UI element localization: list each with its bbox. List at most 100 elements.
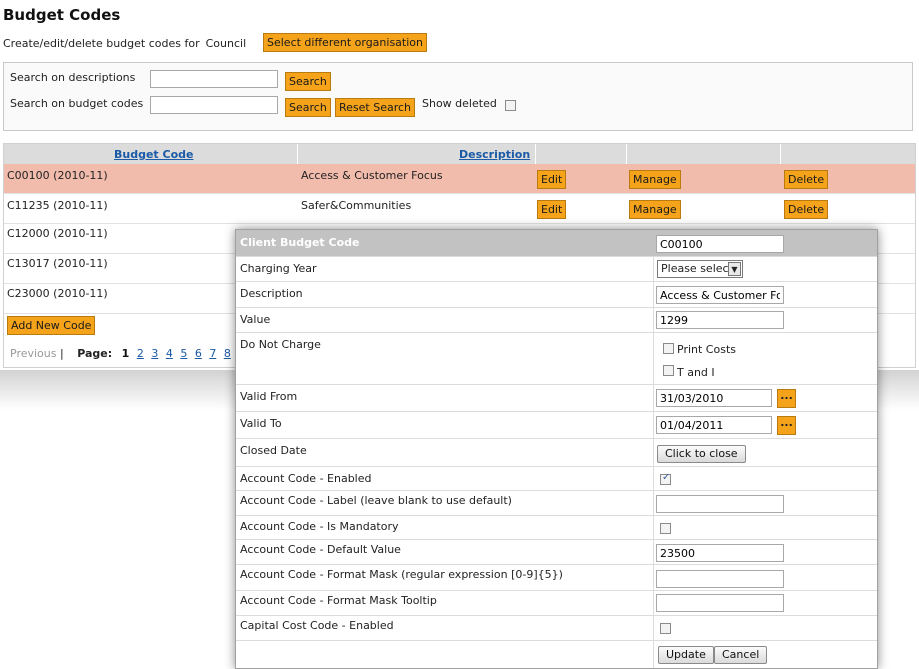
reset-search-button[interactable]: Reset Search — [335, 98, 416, 117]
table-row[interactable]: C00100 (2010-11) Access & Customer Focus… — [4, 164, 915, 194]
delete-button[interactable]: Delete — [784, 170, 829, 189]
do-not-charge-row: Do Not Charge Print Costs T and I — [236, 333, 877, 385]
update-button[interactable]: Update — [658, 646, 714, 664]
valid-from-label: Valid From — [240, 390, 298, 403]
show-deleted-label: Show deleted — [422, 97, 497, 110]
previous-link: Previous — [10, 347, 57, 360]
search-descriptions-input[interactable] — [150, 70, 278, 88]
description-input[interactable] — [656, 286, 784, 304]
valid-to-input[interactable] — [656, 416, 772, 434]
sort-description-link[interactable]: Description — [459, 148, 530, 161]
edit-button[interactable]: Edit — [537, 200, 567, 219]
page-title: Budget Codes — [3, 6, 121, 24]
description-cell: Safer&Communities — [301, 199, 412, 212]
show-deleted-checkbox[interactable] — [505, 100, 516, 111]
account-code-mandatory-label: Account Code - Is Mandatory — [240, 520, 399, 533]
pagination: Previous | Page: 1 2 3 4 5 6 7 8 9 — [10, 347, 249, 360]
account-code-label-row: Account Code - Label (leave blank to use… — [236, 491, 877, 516]
valid-from-row: Valid From ... — [236, 385, 877, 412]
account-code-default-label: Account Code - Default Value — [240, 543, 401, 556]
charging-year-select[interactable]: Please select ▼ — [657, 260, 743, 278]
valid-from-input[interactable] — [656, 389, 772, 407]
account-code-mask-row: Account Code - Format Mask (regular expr… — [236, 565, 877, 591]
account-code-mask-tooltip-label: Account Code - Format Mask Tooltip — [240, 594, 437, 607]
search-descriptions-label: Search on descriptions — [10, 71, 136, 84]
page-link[interactable]: 1 — [122, 347, 130, 360]
search-codes-label: Search on budget codes — [10, 97, 144, 110]
cancel-button[interactable]: Cancel — [714, 646, 768, 664]
budget-code-cell: C12000 (2010-11) — [7, 227, 108, 240]
page-link[interactable]: 5 — [180, 347, 187, 360]
value-input[interactable] — [656, 311, 784, 329]
budget-code-cell: C11235 (2010-11) — [7, 199, 108, 212]
value-row: Value — [236, 308, 877, 333]
closed-date-label: Closed Date — [240, 444, 307, 457]
add-new-code-button[interactable]: Add New Code — [7, 316, 96, 335]
organisation-name: Council — [205, 37, 247, 50]
account-code-enabled-row: Account Code - Enabled — [236, 467, 877, 491]
account-code-enabled-label: Account Code - Enabled — [240, 472, 372, 485]
account-code-label-input[interactable] — [656, 495, 784, 513]
account-code-mask-tooltip-input[interactable] — [656, 594, 784, 612]
search-codes-input[interactable] — [150, 96, 278, 114]
print-costs-checkbox[interactable] — [663, 343, 674, 354]
client-budget-code-row: Client Budget Code — [236, 230, 877, 257]
edit-button[interactable]: Edit — [537, 170, 567, 189]
account-code-label-label: Account Code - Label (leave blank to use… — [240, 494, 512, 507]
closed-date-row: Closed Date Click to close — [236, 439, 877, 467]
search-codes-button[interactable]: Search — [285, 98, 331, 117]
sort-budget-code-link[interactable]: Budget Code — [114, 148, 193, 161]
charging-year-row: Charging Year Please select ▼ — [236, 257, 877, 282]
budget-code-cell: C00100 (2010-11) — [7, 169, 108, 182]
do-not-charge-label: Do Not Charge — [240, 338, 321, 351]
valid-to-calendar-icon[interactable]: ... — [777, 416, 796, 435]
account-code-mask-input[interactable] — [656, 570, 784, 588]
click-to-close-button[interactable]: Click to close — [657, 445, 746, 463]
delete-button[interactable]: Delete — [784, 200, 829, 219]
page-link[interactable]: 4 — [166, 347, 173, 360]
capital-cost-enabled-checkbox[interactable] — [660, 623, 671, 634]
account-code-mandatory-row: Account Code - Is Mandatory — [236, 516, 877, 540]
account-code-mask-label: Account Code - Format Mask (regular expr… — [240, 568, 563, 581]
search-panel: Search on descriptions Search Search on … — [3, 62, 913, 131]
description-label: Description — [240, 287, 303, 300]
chevron-down-icon[interactable]: ▼ — [728, 262, 741, 276]
description-row: Description — [236, 282, 877, 308]
page-link[interactable]: 8 — [224, 347, 231, 360]
table-header: Budget Code Description — [4, 144, 915, 164]
budget-code-cell: C13017 (2010-11) — [7, 257, 108, 270]
valid-from-calendar-icon[interactable]: ... — [777, 389, 796, 408]
org-line: Create/edit/delete budget codes for Counc… — [3, 37, 246, 50]
page-link[interactable]: 2 — [137, 347, 144, 360]
edit-budget-code-dialog: Client Budget Code Charging Year Please … — [235, 229, 878, 669]
valid-to-row: Valid To ... — [236, 412, 877, 439]
account-code-mask-tooltip-row: Account Code - Format Mask Tooltip — [236, 591, 877, 616]
manage-button[interactable]: Manage — [629, 170, 681, 189]
account-code-mandatory-checkbox[interactable] — [660, 523, 671, 534]
page-link[interactable]: 6 — [195, 347, 202, 360]
account-code-enabled-checkbox[interactable] — [660, 472, 671, 485]
manage-button[interactable]: Manage — [629, 200, 681, 219]
t-and-i-checkbox[interactable] — [663, 365, 674, 376]
print-costs-label: Print Costs — [677, 343, 736, 356]
client-budget-code-input[interactable] — [656, 235, 784, 253]
capital-cost-enabled-label: Capital Cost Code - Enabled — [240, 619, 394, 632]
t-and-i-label: T and I — [677, 366, 715, 379]
account-code-default-input[interactable] — [656, 544, 784, 562]
page-link[interactable]: 7 — [209, 347, 216, 360]
page-link[interactable]: 3 — [151, 347, 158, 360]
subtitle-text: Create/edit/delete budget codes for — [3, 37, 200, 50]
budget-code-cell: C23000 (2010-11) — [7, 287, 108, 300]
pager-separator: | — [60, 347, 64, 360]
search-descriptions-button[interactable]: Search — [285, 72, 331, 91]
table-row[interactable]: C11235 (2010-11) Safer&Communities Edit … — [4, 194, 915, 224]
account-code-default-row: Account Code - Default Value — [236, 540, 877, 565]
page-label: Page: — [77, 347, 113, 360]
description-cell: Access & Customer Focus — [301, 169, 443, 182]
select-organisation-button[interactable]: Select different organisation — [263, 33, 427, 52]
client-budget-code-label: Client Budget Code — [240, 236, 360, 249]
value-label: Value — [240, 313, 271, 326]
dialog-actions-row: Update Cancel — [236, 641, 877, 668]
charging-year-label: Charging Year — [240, 262, 317, 275]
valid-to-label: Valid To — [240, 417, 282, 430]
